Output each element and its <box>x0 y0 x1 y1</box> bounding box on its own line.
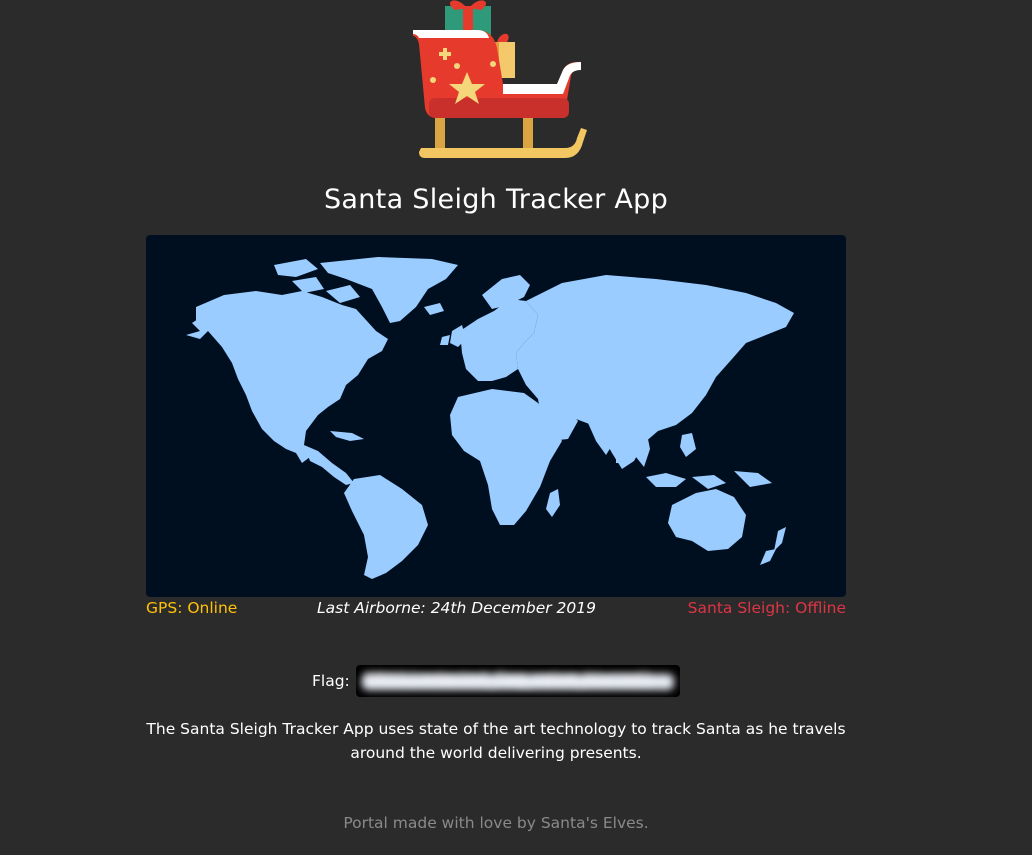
status-bar: GPS: Online Last Airborne: 24th December… <box>146 599 846 621</box>
gps-status: GPS: Online <box>146 599 238 617</box>
flag-value-text: XMAS{redacted_flag_value_blurred} <box>363 671 653 687</box>
flag-value-field[interactable]: XMAS{redacted_flag_value_blurred} <box>355 665 680 697</box>
description-text: The Santa Sleigh Tracker App uses state … <box>0 717 992 765</box>
last-airborne-text: Last Airborne: 24th December 2019 <box>317 599 596 617</box>
page-title: Santa Sleigh Tracker App <box>323 184 669 215</box>
footer-text: Portal made with love by Santa's Elves. <box>343 814 649 832</box>
world-map-icon <box>186 257 794 579</box>
page: Santa Sleigh Tracker App GPS: Online Las… <box>0 0 1032 855</box>
sleigh-status: Santa Sleigh: Offline <box>687 599 846 617</box>
description-paragraph: The Santa Sleigh Tracker App uses state … <box>146 720 846 762</box>
sleigh-logo-icon <box>405 0 587 162</box>
flag-label: Flag: <box>312 672 350 690</box>
world-map[interactable] <box>146 235 846 597</box>
flag-row: Flag: XMAS{redacted_flag_value_blurred} <box>312 664 680 698</box>
